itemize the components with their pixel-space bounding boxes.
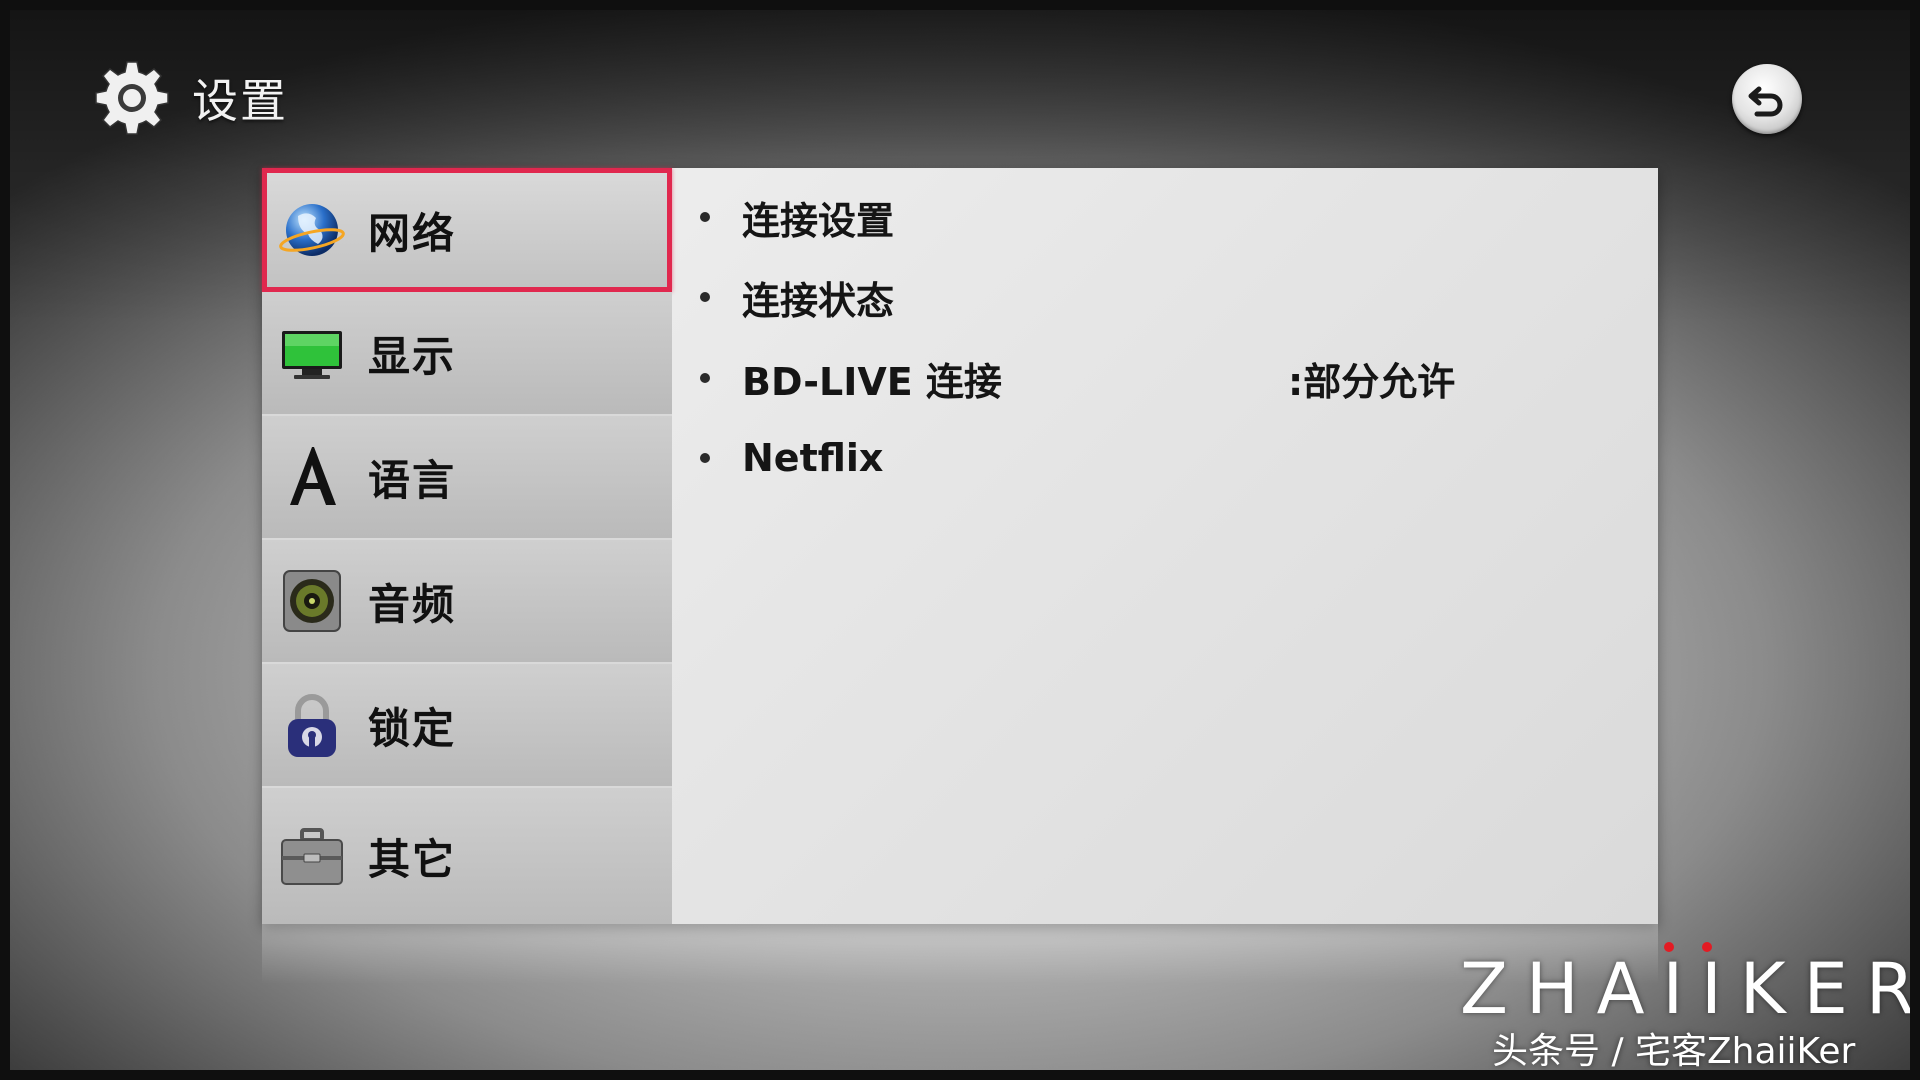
sidebar-item-language[interactable]: 语言 bbox=[262, 416, 672, 540]
padlock-icon bbox=[278, 691, 346, 759]
sidebar-item-label: 网络 bbox=[368, 208, 457, 258]
back-arrow-icon bbox=[1748, 86, 1783, 117]
settings-sidebar: 网络 显示 语言 音频 锁定 其它 bbox=[262, 168, 672, 924]
bullet-icon bbox=[700, 373, 710, 383]
watermark-dot bbox=[1664, 942, 1674, 952]
settings-panel: 网络 显示 语言 音频 锁定 其它 连接设置 连接状态 BD-LIVE 连接:… bbox=[262, 168, 1658, 924]
sidebar-item-label: 锁定 bbox=[368, 703, 457, 753]
option-connection-settings[interactable]: 连接设置 bbox=[700, 187, 1600, 247]
globe-icon bbox=[278, 196, 346, 264]
sidebar-item-lock[interactable]: 锁定 bbox=[262, 664, 672, 788]
bullet-icon bbox=[700, 212, 710, 222]
option-label: Netflix bbox=[742, 436, 884, 480]
network-options: 连接设置 连接状态 BD-LIVE 连接 :部分允许 Netflix bbox=[672, 168, 1658, 924]
page-header: 设置 bbox=[92, 58, 288, 138]
sidebar-item-display[interactable]: 显示 bbox=[262, 292, 672, 416]
sidebar-item-label: 语言 bbox=[368, 455, 457, 505]
back-button[interactable] bbox=[1732, 64, 1802, 134]
option-netflix[interactable]: Netflix bbox=[700, 428, 1600, 488]
toolbox-icon bbox=[278, 822, 346, 890]
watermark-logo: ZHAIIKER bbox=[1460, 948, 1920, 1030]
option-bd-live-connection[interactable]: BD-LIVE 连接 :部分允许 bbox=[700, 348, 1600, 408]
panel-reflection bbox=[262, 924, 1658, 984]
sidebar-item-label: 显示 bbox=[368, 331, 457, 381]
bullet-icon bbox=[700, 453, 710, 463]
sidebar-item-label: 其它 bbox=[368, 834, 457, 884]
letter-a-icon bbox=[278, 443, 346, 511]
option-label: 连接设置 bbox=[742, 198, 895, 243]
sidebar-item-label: 音频 bbox=[368, 579, 457, 629]
speaker-icon bbox=[278, 567, 346, 635]
watermark-subtitle: 头条号 / 宅客ZhaiiKer bbox=[1492, 1031, 1856, 1072]
monitor-icon bbox=[278, 319, 346, 387]
page-title: 设置 bbox=[192, 74, 288, 128]
sidebar-item-audio[interactable]: 音频 bbox=[262, 540, 672, 664]
sidebar-item-network[interactable]: 网络 bbox=[262, 168, 672, 292]
option-label: BD-LIVE 连接 bbox=[742, 359, 1002, 404]
bullet-icon bbox=[700, 292, 710, 302]
watermark-dot bbox=[1702, 942, 1712, 952]
gear-icon bbox=[95, 61, 169, 135]
option-connection-status[interactable]: 连接状态 bbox=[700, 267, 1600, 327]
option-value: :部分允许 bbox=[1288, 359, 1456, 404]
sidebar-item-other[interactable]: 其它 bbox=[262, 788, 672, 924]
option-label: 连接状态 bbox=[742, 278, 895, 323]
